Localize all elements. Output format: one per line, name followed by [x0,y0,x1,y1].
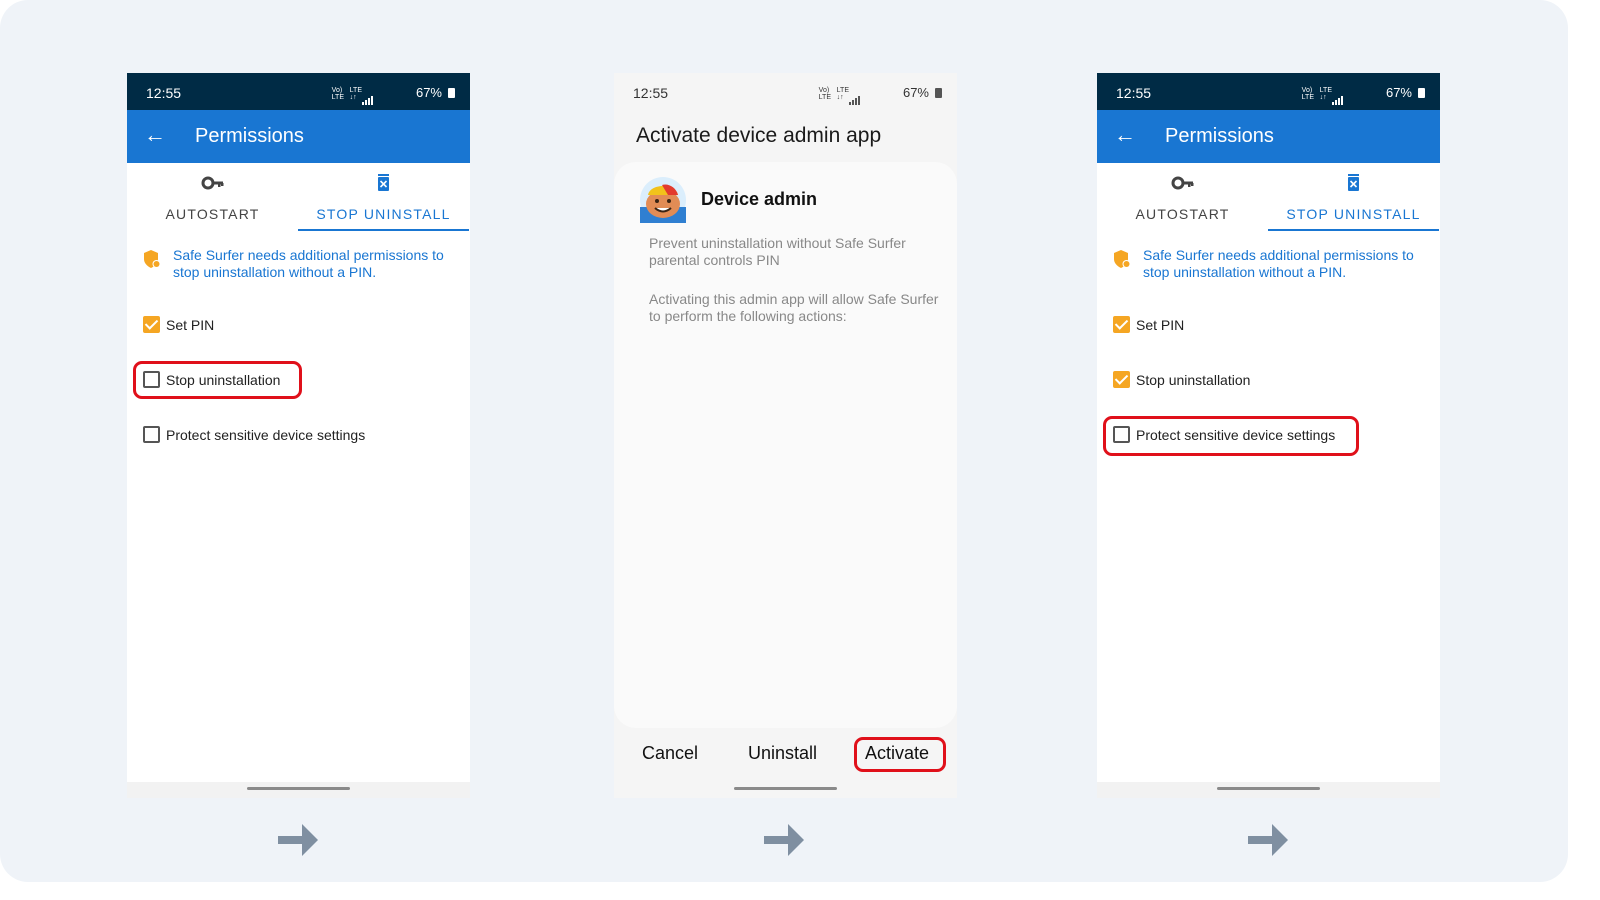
status-bar: 12:55 Vo) LTE LTE ↓↑ 67% [127,73,470,110]
volte-icon: Vo) LTE [818,87,831,101]
trash-icon [378,174,389,191]
status-time: 12:55 [633,85,669,101]
next-step-arrow-icon [1248,824,1288,856]
option-label: Set PIN [166,317,215,333]
back-arrow-icon[interactable]: ← [144,123,166,147]
shield-warning-icon [1114,250,1131,268]
key-icon [1171,176,1194,190]
checkbox-checked[interactable] [143,316,160,333]
next-step-arrow-icon [764,824,804,856]
volte-icon: Vo) LTE [1301,87,1314,101]
app-bar-title: Permissions [1165,125,1274,147]
lte-icon: LTE ↓↑ [836,87,849,101]
home-indicator[interactable] [734,787,837,790]
volte-icon: Vo) LTE [331,87,344,101]
status-bar: 12:55 Vo) LTE LTE ↓↑ 67% [614,73,957,110]
phone-screen-device-admin: 12:55 Vo) LTE LTE ↓↑ 67% Activate device a… [614,73,957,798]
card-title: Device admin [701,189,818,209]
tab-bar: AUTOSTART STOP UNINSTALL [127,163,470,231]
back-arrow-icon[interactable]: ← [1114,123,1136,147]
option-label: Protect sensitive device settings [166,427,366,443]
checkbox-checked[interactable] [1113,371,1130,388]
gesture-nav-bar [614,782,957,798]
battery-level: 67% [415,85,442,100]
admin-actions-text: Activating this admin app will allow Saf… [649,291,939,324]
permission-notice: Safe Surfer needs additional permissions… [1113,247,1433,287]
status-time: 12:55 [146,85,182,101]
lte-icon: LTE ↓↑ [349,87,362,101]
app-bar: ← Permissions [127,110,470,163]
status-time: 12:55 [1116,85,1152,101]
status-bar: 12:55 Vo) LTE LTE ↓↑ 67% [1097,73,1440,110]
highlight-box [133,361,302,399]
app-bar-title: Permissions [195,125,304,147]
cancel-button[interactable]: Cancel [642,743,698,764]
uninstall-button[interactable]: Uninstall [748,743,817,764]
page-title: Activate device admin app [636,124,882,147]
permission-notice: Safe Surfer needs additional permissions… [143,247,463,287]
signal-icon [849,87,861,105]
tab-stop-uninstall[interactable]: STOP UNINSTALL [298,163,469,231]
tab-autostart[interactable]: AUTOSTART [1097,163,1268,231]
option-stop-uninstallation[interactable]: Stop uninstallation [1113,368,1433,392]
next-step-arrow-icon [278,824,318,856]
tab-label: AUTOSTART [165,206,260,222]
battery-icon [1418,88,1425,98]
app-bar: ← Permissions [1097,110,1440,163]
option-set-pin[interactable]: Set PIN [143,313,463,337]
battery-icon [448,88,455,98]
highlight-box [1103,416,1359,456]
tab-label: STOP UNINSTALL [1286,206,1421,222]
tutorial-canvas: 12:55 Vo) LTE LTE ↓↑ 67% ← Permissions AUT… [0,0,1568,882]
highlight-box [854,737,946,772]
tab-label: STOP UNINSTALL [316,206,451,222]
trash-icon [1348,174,1359,191]
checkbox-checked[interactable] [1113,316,1130,333]
battery-level: 67% [902,85,929,100]
phone-screen-permissions-step3: 12:55 Vo) LTE LTE ↓↑ 67% ← Permissions AUT… [1097,73,1440,798]
phone-screen-permissions-step1: 12:55 Vo) LTE LTE ↓↑ 67% ← Permissions AUT… [127,73,470,798]
notice-text: Safe Surfer needs additional permissions… [173,247,444,280]
home-indicator[interactable] [1217,787,1320,790]
tab-bar: AUTOSTART STOP UNINSTALL [1097,163,1440,231]
shield-warning-icon [144,250,161,268]
key-icon [201,176,224,190]
notice-text: Safe Surfer needs additional permissions… [1143,247,1414,280]
home-indicator[interactable] [247,787,350,790]
option-label: Stop uninstallation [1136,372,1251,388]
gesture-nav-bar [1097,782,1440,798]
tab-stop-uninstall[interactable]: STOP UNINSTALL [1268,163,1439,231]
admin-description: Prevent uninstallation without Safe Surf… [649,235,906,268]
checkbox-unchecked[interactable] [143,426,160,443]
option-label: Set PIN [1136,317,1185,333]
safe-surfer-logo-icon [640,177,686,223]
lte-icon: LTE ↓↑ [1319,87,1332,101]
signal-icon [1332,87,1344,105]
tab-label: AUTOSTART [1135,206,1230,222]
option-protect-settings[interactable]: Protect sensitive device settings [143,423,463,447]
signal-icon [362,87,374,105]
battery-level: 67% [1385,85,1412,100]
gesture-nav-bar [127,782,470,798]
battery-icon [935,88,942,98]
option-set-pin[interactable]: Set PIN [1113,313,1433,337]
tab-autostart[interactable]: AUTOSTART [127,163,298,231]
